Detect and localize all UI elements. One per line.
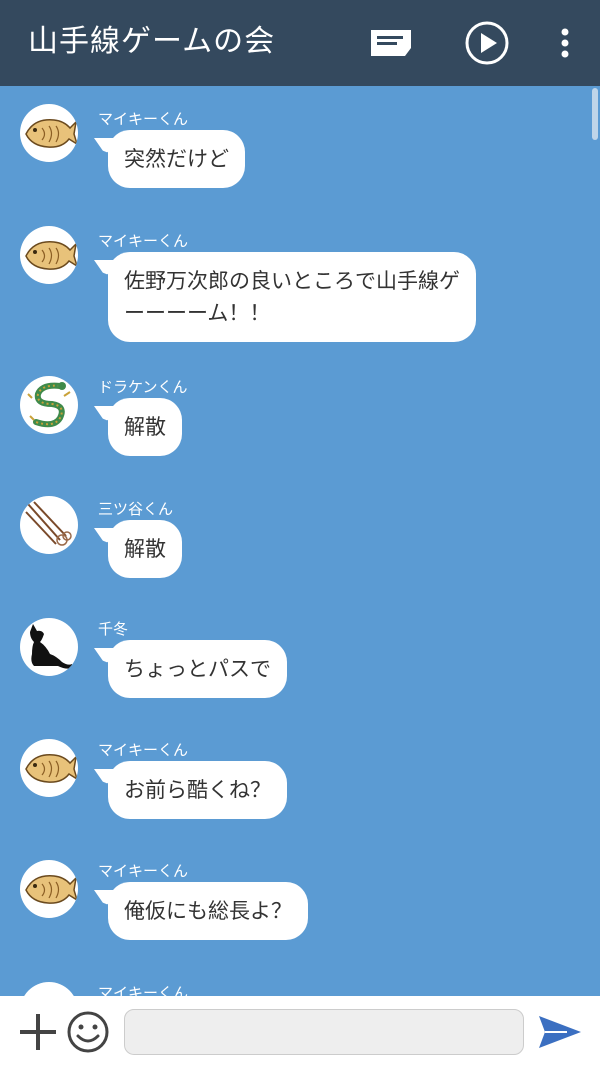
message-line: 佐野万次郎の良いところで山手線ゲ	[124, 269, 460, 293]
needles-icon	[25, 501, 72, 546]
plus-icon	[20, 1014, 56, 1050]
chat-title: 山手線ゲームの会	[28, 24, 276, 59]
scrollbar[interactable]	[592, 88, 598, 140]
dragon-icon	[27, 382, 71, 428]
sender-name: 三ツ谷くん	[98, 500, 174, 518]
avatar[interactable]	[20, 739, 78, 797]
avatar[interactable]	[20, 376, 78, 434]
message-bubble[interactable]: お前ら酷くね？	[108, 761, 287, 819]
message-bubble[interactable]: 突然だけど	[108, 130, 245, 188]
sender-name: マイキーくん	[98, 232, 189, 250]
avatar[interactable]	[20, 618, 78, 676]
message-bubble[interactable]: 俺仮にも総長よ？	[108, 882, 308, 940]
emoji-button[interactable]	[64, 1008, 112, 1056]
attach-button[interactable]	[14, 1008, 62, 1056]
note-button[interactable]	[366, 18, 416, 68]
sender-name: マイキーくん	[98, 984, 189, 996]
message-composer	[0, 996, 600, 1073]
message-bubble[interactable]: 解散	[108, 398, 182, 456]
taiyaki-icon	[25, 119, 78, 148]
taiyaki-icon	[25, 754, 78, 783]
sender-name: マイキーくん	[98, 110, 189, 128]
message-list[interactable]: マイキーくん 突然だけど マイキーくん 佐野万次郎の良いところで山手線ゲ ーーー…	[0, 86, 600, 996]
taiyaki-icon	[25, 875, 78, 904]
message-bubble[interactable]: ちょっとパスで	[108, 640, 287, 698]
sender-name: ドラケンくん	[98, 378, 188, 396]
message-bubble[interactable]: 解散	[108, 520, 182, 578]
avatar[interactable]	[20, 982, 78, 996]
send-icon	[539, 1016, 581, 1048]
avatar[interactable]	[20, 104, 78, 162]
taiyaki-icon	[20, 982, 78, 996]
sender-name: マイキーくん	[98, 741, 189, 759]
message-line: ーーーーム！！	[124, 301, 271, 325]
more-vertical-icon	[561, 28, 569, 58]
avatar[interactable]	[20, 860, 78, 918]
sender-name: マイキーくん	[98, 862, 189, 880]
message-bubble[interactable]: 佐野万次郎の良いところで山手線ゲ ーーーーム！！	[108, 252, 476, 342]
taiyaki-icon	[25, 241, 78, 270]
sender-name: 千冬	[98, 620, 129, 638]
avatar[interactable]	[20, 226, 78, 284]
app-header: 山手線ゲームの会	[0, 0, 600, 86]
avatar[interactable]	[20, 496, 78, 554]
note-icon	[371, 30, 411, 56]
smiley-icon	[67, 1011, 109, 1053]
cat-icon	[30, 624, 72, 669]
message-input[interactable]	[124, 1009, 524, 1055]
play-button[interactable]	[462, 18, 512, 68]
more-menu-button[interactable]	[540, 18, 590, 68]
play-icon	[465, 21, 509, 65]
send-button[interactable]	[536, 1008, 584, 1056]
